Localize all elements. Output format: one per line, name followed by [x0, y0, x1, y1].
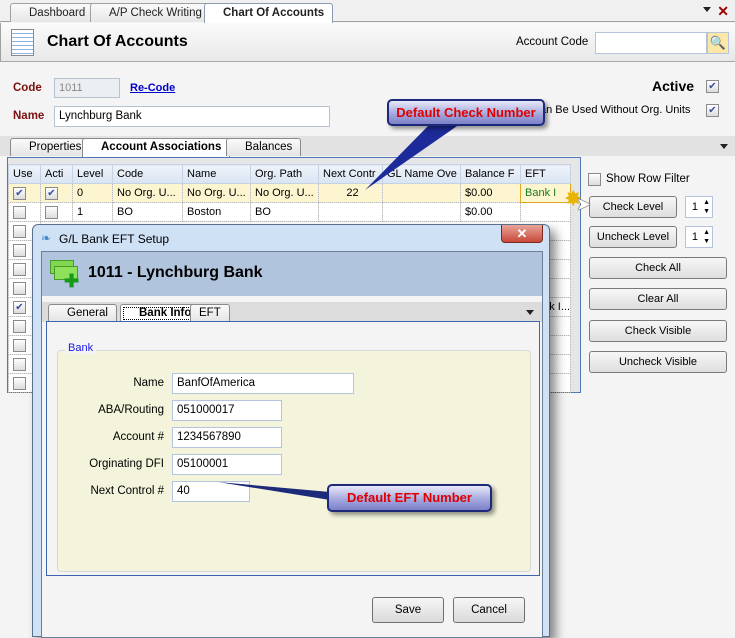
dialog-body: ✚ 1011 - Lynchburg Bank General Bank Inf… — [41, 251, 543, 638]
bank-name-label: Name — [133, 377, 164, 389]
dialog-close-button[interactable]: ✕ — [501, 225, 543, 243]
dialog-heading: 1011 - Lynchburg Bank — [88, 264, 263, 281]
dialog-tab-dropdown-icon[interactable] — [526, 310, 534, 315]
next-control-input[interactable]: 40 — [172, 481, 250, 502]
cancel-button[interactable]: Cancel — [453, 597, 525, 623]
bank-info-panel: Name BanfOfAmerica ABA/Routing 051000017… — [46, 321, 540, 576]
bank-group-label: Bank — [65, 342, 97, 354]
dialog-header: ✚ 1011 - Lynchburg Bank — [42, 252, 542, 296]
account-number-label: Account # — [112, 431, 164, 443]
dialog-tabstrip: General Bank Info EFT — [42, 302, 542, 323]
check-callout-pointer — [365, 124, 460, 190]
bank-group: Name BanfOfAmerica ABA/Routing 051000017… — [57, 350, 531, 572]
tab-eft[interactable]: EFT — [190, 304, 230, 322]
account-number-input[interactable]: 1234567890 — [172, 427, 282, 448]
default-check-number-callout: Default Check Number — [387, 99, 545, 126]
originating-dfi-input[interactable]: 05100001 — [172, 454, 282, 475]
default-eft-number-callout: Default EFT Number — [327, 484, 492, 512]
app-bird-icon: ❧ — [41, 231, 52, 245]
dialog-title: G/L Bank EFT Setup — [59, 232, 170, 246]
originating-dfi-label: Orginating DFI — [89, 458, 164, 470]
bank-name-input[interactable]: BanfOfAmerica — [172, 373, 354, 394]
aba-routing-input[interactable]: 051000017 — [172, 400, 282, 421]
next-control-label: Next Control # — [90, 485, 164, 497]
save-button[interactable]: Save — [372, 597, 444, 623]
aba-routing-label: ABA/Routing — [98, 404, 164, 416]
tab-general[interactable]: General — [48, 304, 117, 322]
gl-bank-eft-setup-dialog: ❧ G/L Bank EFT Setup ✕ ✚ 1011 - Lynchbur… — [32, 224, 550, 638]
money-add-icon: ✚ — [50, 258, 80, 290]
